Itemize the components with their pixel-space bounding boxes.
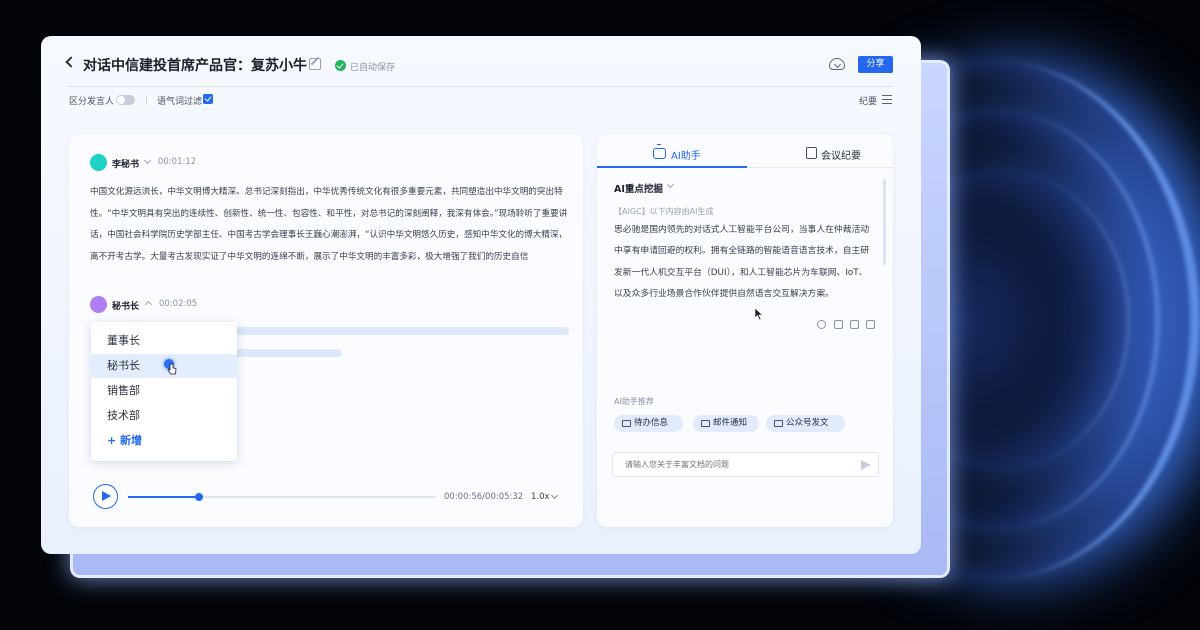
filler-filter-checkbox[interactable] — [203, 94, 213, 104]
speaker-toggle-label: 区分发言人 — [69, 97, 115, 107]
copy-icon[interactable] — [834, 320, 843, 329]
transcript-paragraph: 中国文化源远流长，中华文明博大精深。总书记深刻指出，中华优秀传统文化有很多重要元… — [90, 187, 568, 262]
speaker-timestamp[interactable]: 00:01:12 — [158, 157, 196, 167]
assistant-panel: AI助手 会议纪要 AI重点挖掘 【AIGC】以下内容由AI生成 思必驰是国内领… — [597, 134, 893, 527]
recommend-label: AI助手推荐 — [614, 397, 654, 406]
thumbs-down-icon[interactable] — [866, 320, 875, 329]
playback-speed[interactable]: 1.0x — [531, 492, 550, 502]
app-window: 对话中信建投首席产品官：复苏小牛 已自动保存 分享 区分发言人 语气词过滤 纪要… — [41, 36, 921, 554]
hand-cursor-icon — [167, 363, 177, 375]
chip-label: 待办信息 — [634, 418, 669, 428]
play-button[interactable] — [93, 484, 118, 509]
avatar — [90, 154, 107, 171]
avatar — [90, 296, 107, 313]
document-icon — [806, 147, 817, 159]
saved-status: 已自动保存 — [350, 63, 396, 73]
mail-icon — [701, 420, 710, 427]
speaker-name[interactable]: 李秘书 — [112, 157, 139, 170]
toolbar-divider — [146, 95, 147, 105]
progress-handle[interactable] — [194, 493, 203, 501]
section-title[interactable]: AI重点挖掘 — [614, 181, 663, 195]
dropdown-item[interactable]: 销售部 — [91, 379, 237, 403]
chip-article[interactable]: 公众号发文 — [766, 415, 845, 432]
tab-meeting-minutes[interactable]: 会议纪要 — [747, 134, 893, 168]
cloud-download-icon[interactable] — [829, 58, 845, 70]
dropdown-item[interactable]: 技术部 — [91, 404, 237, 428]
page-title: 对话中信建投首席产品官：复苏小牛 — [83, 58, 307, 74]
share-button[interactable]: 分享 — [858, 56, 893, 73]
tab-label: AI助手 — [671, 151, 701, 162]
send-icon[interactable] — [861, 460, 871, 470]
chip-email[interactable]: 邮件通知 — [693, 415, 759, 432]
header: 对话中信建投首席产品官：复苏小牛 已自动保存 分享 — [41, 36, 921, 88]
tab-label: 会议纪要 — [821, 151, 861, 162]
speaker-name[interactable]: 秘书长 — [112, 299, 139, 312]
progress-fill — [128, 496, 199, 498]
audio-progress-bar[interactable] — [128, 493, 436, 501]
ask-input[interactable] — [612, 452, 879, 477]
chip-label: 邮件通知 — [713, 418, 748, 428]
filler-filter-label: 语气词过滤 — [157, 97, 203, 107]
speaker-dropdown: 董事长 秘书长 销售部 技术部 + 新增 — [91, 322, 237, 461]
add-speaker-button[interactable]: + 新增 — [91, 429, 237, 453]
refresh-icon[interactable] — [817, 320, 826, 329]
arrow-cursor-icon — [754, 307, 764, 321]
chevron-down-icon[interactable] — [666, 180, 675, 189]
chevron-down-icon[interactable] — [550, 491, 559, 500]
aigc-note: 【AIGC】以下内容由AI生成 — [614, 207, 714, 216]
saved-check-icon — [335, 60, 346, 71]
edit-icon[interactable] — [309, 58, 321, 70]
ai-generated-content: 思必驰是国内领先的对话式人工智能平台公司，当事人在仲裁活动中享有申请回避的权利。… — [614, 225, 870, 300]
transcript-panel: 李秘书 00:01:12 中国文化源远流长，中华文明博大精深。总书记深刻指出，中… — [69, 134, 583, 527]
chip-label: 公众号发文 — [786, 418, 829, 428]
minutes-label[interactable]: 纪要 — [859, 94, 877, 107]
tab-bar: AI助手 会议纪要 — [597, 134, 893, 168]
chevron-down-icon[interactable] — [143, 156, 152, 165]
active-tab-indicator — [597, 166, 747, 168]
list-icon — [622, 420, 631, 427]
header-divider — [67, 86, 893, 87]
article-icon — [774, 420, 783, 427]
minutes-list-icon[interactable] — [882, 95, 892, 104]
scrollbar[interactable] — [883, 179, 886, 265]
loading-placeholder — [189, 327, 569, 335]
chevron-up-icon[interactable] — [144, 300, 153, 309]
robot-icon — [653, 144, 666, 159]
speaker-timestamp[interactable]: 00:02:05 — [159, 299, 197, 309]
tab-ai-assistant[interactable]: AI助手 — [597, 134, 747, 168]
speaker-toggle[interactable] — [116, 95, 135, 105]
playback-time: 00:00:56/00:05:32 — [444, 492, 524, 502]
back-chevron-icon[interactable] — [65, 56, 77, 68]
thumbs-up-icon[interactable] — [850, 320, 859, 329]
dropdown-item[interactable]: 董事长 — [91, 329, 237, 353]
chip-todo[interactable]: 待办信息 — [614, 415, 683, 432]
